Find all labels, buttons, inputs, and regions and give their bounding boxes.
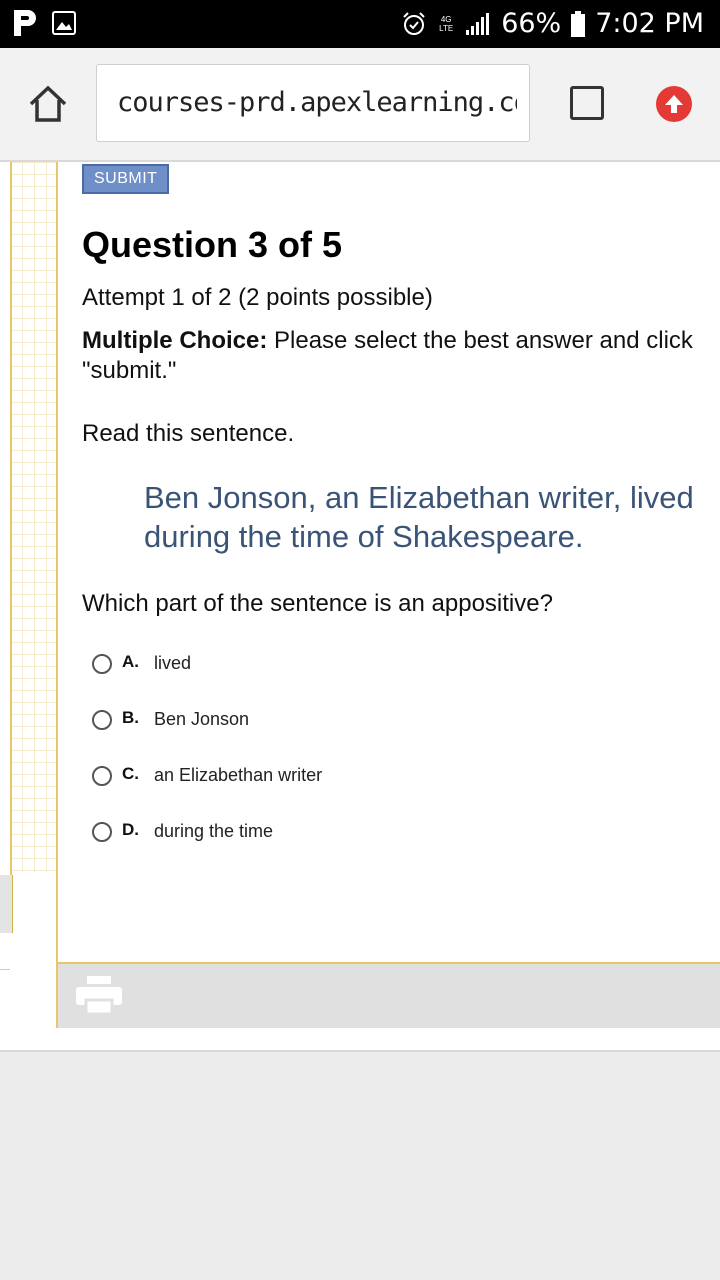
url-text[interactable]: courses-prd.apexlearning.com, (117, 87, 517, 118)
option-letter: A. (122, 652, 139, 671)
home-icon[interactable] (28, 84, 68, 124)
status-left-icons (14, 10, 76, 36)
signal-icon (466, 12, 490, 35)
url-bar[interactable]: courses-prd.apexlearning.com, (96, 64, 530, 142)
print-icon[interactable] (76, 976, 122, 1016)
option-b[interactable]: B. Ben Jonson (90, 706, 690, 762)
arrow-up-icon (665, 95, 683, 113)
answer-options: A. lived B. Ben Jonson C. an Elizabethan… (90, 650, 690, 874)
option-text[interactable]: Ben Jonson (154, 709, 249, 730)
radio-button[interactable] (92, 766, 112, 786)
gallery-icon (52, 11, 76, 35)
option-letter: C. (122, 764, 139, 783)
question-title: Question 3 of 5 (82, 224, 343, 265)
battery-icon (571, 10, 586, 37)
page-bottom-border (0, 1050, 720, 1052)
status-right: 4G LTE 66% 7:02 PM (401, 8, 704, 39)
submit-button[interactable]: SUBMIT (82, 164, 170, 194)
attempt-info: Attempt 1 of 2 (2 points possible) (82, 284, 433, 311)
question-panel: SUBMIT Question 3 of 5 Attempt 1 of 2 (2… (56, 162, 720, 1028)
option-d[interactable]: D. during the time (90, 818, 690, 874)
left-border (10, 162, 12, 877)
radio-button[interactable] (92, 710, 112, 730)
clock: 7:02 PM (595, 8, 704, 39)
question-footer (58, 962, 720, 1028)
option-letter: B. (122, 708, 139, 727)
question-prompt: Which part of the sentence is an apposit… (82, 590, 553, 617)
left-panel-tab (0, 875, 13, 933)
radio-button[interactable] (92, 654, 112, 674)
quoted-sentence: Ben Jonson, an Elizabethan writer, lived… (144, 480, 694, 554)
page-content: SUBMIT Question 3 of 5 Attempt 1 of 2 (2… (0, 162, 720, 1052)
divider (0, 969, 10, 970)
option-text[interactable]: lived (154, 653, 191, 674)
browser-toolbar: courses-prd.apexlearning.com, (0, 48, 720, 162)
upload-icon[interactable] (656, 86, 692, 122)
left-sidebar-grid (10, 162, 56, 872)
option-letter: D. (122, 820, 139, 839)
option-c[interactable]: C. an Elizabethan writer (90, 762, 690, 818)
status-bar: 4G LTE 66% 7:02 PM (0, 0, 720, 48)
read-prompt: Read this sentence. (82, 420, 295, 447)
option-text[interactable]: during the time (154, 821, 273, 842)
battery-percent: 66% (501, 8, 562, 39)
instructions: Multiple Choice: Please select the best … (82, 326, 720, 386)
tabs-icon[interactable] (570, 86, 604, 120)
instructions-label: Multiple Choice: (82, 327, 268, 354)
option-text[interactable]: an Elizabethan writer (154, 765, 322, 786)
option-a[interactable]: A. lived (90, 650, 690, 706)
radio-button[interactable] (92, 822, 112, 842)
alarm-icon (403, 11, 425, 35)
pandora-icon (14, 10, 36, 36)
network-type-label: 4G LTE (439, 14, 454, 33)
